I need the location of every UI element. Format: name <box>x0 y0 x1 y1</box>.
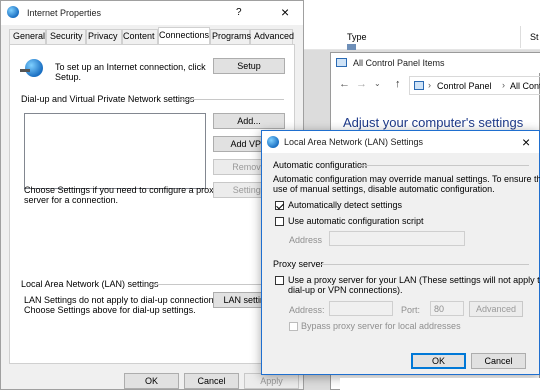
connections-list[interactable] <box>24 113 206 189</box>
ip-titlebar: Internet Properties ? × <box>1 1 303 25</box>
control-panel-icon <box>336 58 347 67</box>
proxy-heading: Proxy server <box>273 259 324 269</box>
use-proxy-label-1[interactable]: Use a proxy server for your LAN (These s… <box>288 275 540 285</box>
tab-label-connections: Connections <box>159 30 210 40</box>
bypass-checkbox[interactable] <box>289 322 298 331</box>
lan-dialog-icon <box>267 136 279 148</box>
lan-close-button[interactable]: × <box>522 134 530 150</box>
lan-ok-button[interactable]: OK <box>411 353 466 369</box>
use-proxy-checkbox[interactable] <box>275 276 284 285</box>
proxy-divider <box>320 264 529 265</box>
breadcrumb-separator-icon: › <box>428 80 431 90</box>
tab-label-programs: Programs <box>212 31 252 41</box>
tab-label-privacy: Privacy <box>88 31 118 41</box>
auto-detect-label[interactable]: Automatically detect settings <box>288 200 402 210</box>
background-column-divider <box>520 26 521 48</box>
setup-cable-icon <box>20 69 30 72</box>
tab-label-advanced: Advanced <box>254 31 295 41</box>
breadcrumb-all-items[interactable]: All Control Panel Items <box>510 81 540 91</box>
background-column-type: Type <box>347 32 367 42</box>
lan-settings-dialog: Local Area Network (LAN) Settings × Auto… <box>261 130 540 375</box>
lan-heading: Local Area Network (LAN) settings <box>21 279 159 289</box>
proxy-text-line-1: Choose Settings if you need to configure… <box>24 185 219 195</box>
proxy-address-label: Address: <box>289 305 325 315</box>
connections-tab-page: To set up an Internet connection, click … <box>9 44 295 364</box>
setup-text-line-1: To set up an Internet connection, click <box>55 62 206 72</box>
help-button[interactable]: ? <box>236 7 242 18</box>
background-column-s: St <box>530 32 539 42</box>
setup-globe-icon <box>25 59 43 77</box>
breadcrumb-separator-icon: › <box>502 80 505 90</box>
ip-title: Internet Properties <box>27 8 102 18</box>
auto-detect-checkbox[interactable] <box>275 201 284 210</box>
script-address-label: Address <box>289 235 323 245</box>
auto-script-label[interactable]: Use automatic configuration script <box>288 216 424 226</box>
setup-text-line-2: Setup. <box>55 72 82 82</box>
control-panel-title: All Control Panel Items <box>353 58 445 68</box>
tab-label-security: Security <box>50 31 83 41</box>
dialup-divider <box>180 99 284 100</box>
tab-label-general: General <box>13 31 46 41</box>
port-input[interactable]: 80 <box>430 301 464 316</box>
background-file-icon <box>347 44 356 50</box>
port-label: Port: <box>401 305 421 315</box>
lan-dialog-title: Local Area Network (LAN) Settings <box>284 137 424 147</box>
lan-cancel-button[interactable]: Cancel <box>471 353 526 369</box>
close-button[interactable]: × <box>281 4 289 20</box>
auto-config-heading: Automatic configuration <box>273 160 368 170</box>
control-panel-navbar: ← → ⌄ ↑ › Control Panel › All Control Pa… <box>331 75 540 97</box>
address-bar[interactable]: › Control Panel › All Control Panel Item… <box>409 76 540 95</box>
use-proxy-label-2[interactable]: dial-up or VPN connections). <box>288 285 403 295</box>
ip-ok-button[interactable]: OK <box>124 373 179 389</box>
background-bottom-strip <box>340 378 540 390</box>
auto-script-checkbox[interactable] <box>275 217 284 226</box>
lan-text-line-1: LAN Settings do not apply to dial-up con… <box>24 295 221 305</box>
control-panel-titlebar: All Control Panel Items <box>331 53 540 73</box>
bypass-label[interactable]: Bypass proxy server for local addresses <box>301 321 461 331</box>
auto-config-text-2: use of manual settings, disable automati… <box>273 184 495 194</box>
proxy-address-input[interactable] <box>329 301 393 316</box>
internet-options-icon <box>7 6 19 18</box>
auto-config-text-1: Automatic configuration may override man… <box>273 174 540 184</box>
up-arrow-icon[interactable]: ↑ <box>395 78 401 90</box>
proxy-text-line-2: server for a connection. <box>24 195 119 205</box>
ip-cancel-button[interactable]: Cancel <box>184 373 239 389</box>
script-address-input[interactable] <box>329 231 465 246</box>
setup-button[interactable]: Setup <box>213 58 285 74</box>
forward-arrow-icon[interactable]: → <box>356 78 367 90</box>
auto-config-divider <box>359 165 529 166</box>
address-bar-icon <box>414 81 424 90</box>
control-panel-heading: Adjust your computer's settings <box>343 115 524 130</box>
dialup-heading: Dial-up and Virtual Private Network sett… <box>21 94 195 104</box>
tab-label-content: Content <box>123 31 155 41</box>
recent-chevron-icon[interactable]: ⌄ <box>374 79 381 88</box>
add-button[interactable]: Add... <box>213 113 285 129</box>
advanced-button[interactable]: Advanced <box>469 301 523 317</box>
ip-apply-button[interactable]: Apply <box>244 373 299 389</box>
back-arrow-icon[interactable]: ← <box>339 78 350 90</box>
background-explorer <box>300 0 540 50</box>
lan-text-line-2: Choose Settings above for dial-up settin… <box>24 305 196 315</box>
lan-titlebar: Local Area Network (LAN) Settings × <box>262 131 539 153</box>
internet-properties-window: Internet Properties ? × General Security… <box>0 0 304 390</box>
breadcrumb-control-panel[interactable]: Control Panel <box>437 81 492 91</box>
